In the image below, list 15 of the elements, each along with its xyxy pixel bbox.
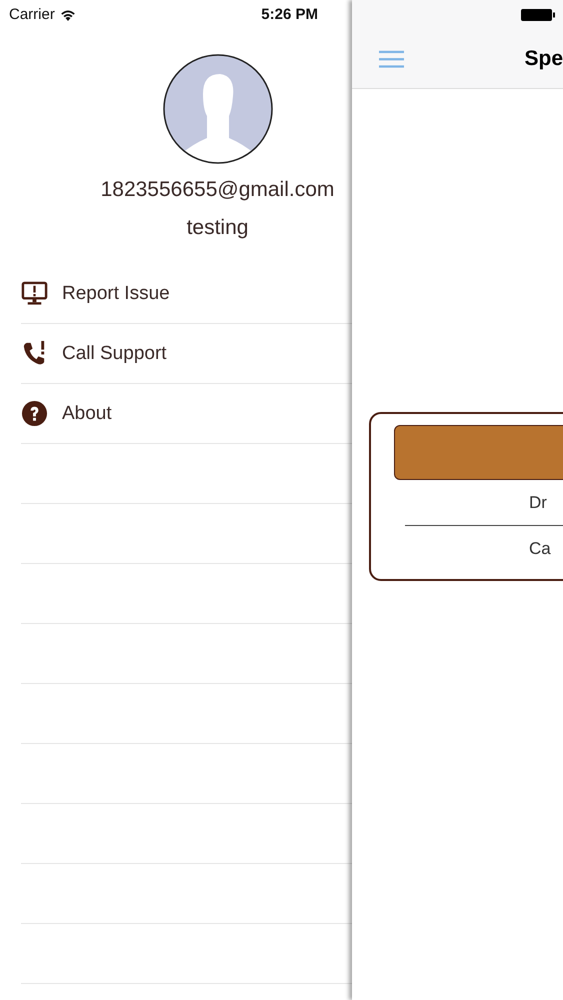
user-email: 1823556655@gmail.com	[100, 178, 334, 202]
battery-icon	[521, 8, 557, 22]
wifi-icon	[60, 8, 76, 20]
card-text: Ca	[528, 538, 552, 560]
menu-icon[interactable]	[379, 48, 404, 68]
status-time: 5:26 PM	[261, 6, 318, 23]
monitor-alert-icon	[21, 280, 48, 307]
menu-item[interactable]: Report Issue	[21, 264, 352, 324]
user-name: testing	[186, 216, 248, 240]
carrier-label: Carrier	[9, 6, 55, 23]
menu-item[interactable]: About	[21, 384, 352, 444]
menu-item[interactable]: Call Support	[21, 324, 352, 384]
screen-title: Spe	[524, 46, 563, 70]
card-text: Dr	[528, 492, 548, 514]
help-icon	[21, 400, 48, 427]
